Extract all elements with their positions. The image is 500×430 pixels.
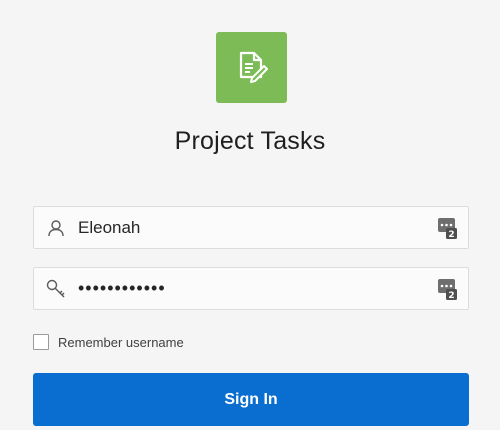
- username-field[interactable]: 2: [33, 206, 469, 249]
- app-title: Project Tasks: [174, 127, 326, 155]
- remember-username-row[interactable]: Remember username: [33, 333, 184, 351]
- password-manager-icon[interactable]: 2: [438, 218, 457, 240]
- password-input[interactable]: [78, 268, 418, 309]
- document-edit-icon: [239, 51, 268, 83]
- username-input[interactable]: [78, 207, 418, 248]
- password-field[interactable]: 2: [33, 267, 469, 310]
- app-logo: [216, 32, 287, 103]
- key-icon: [45, 278, 67, 300]
- login-page: Project Tasks 2: [0, 0, 500, 430]
- sign-in-button[interactable]: Sign In: [33, 373, 469, 426]
- password-manager-icon[interactable]: 2: [438, 279, 457, 301]
- svg-text:2: 2: [448, 230, 454, 239]
- remember-username-checkbox[interactable]: [33, 334, 49, 350]
- svg-text:2: 2: [448, 291, 454, 300]
- user-icon: [45, 217, 67, 239]
- remember-username-label: Remember username: [58, 334, 184, 350]
